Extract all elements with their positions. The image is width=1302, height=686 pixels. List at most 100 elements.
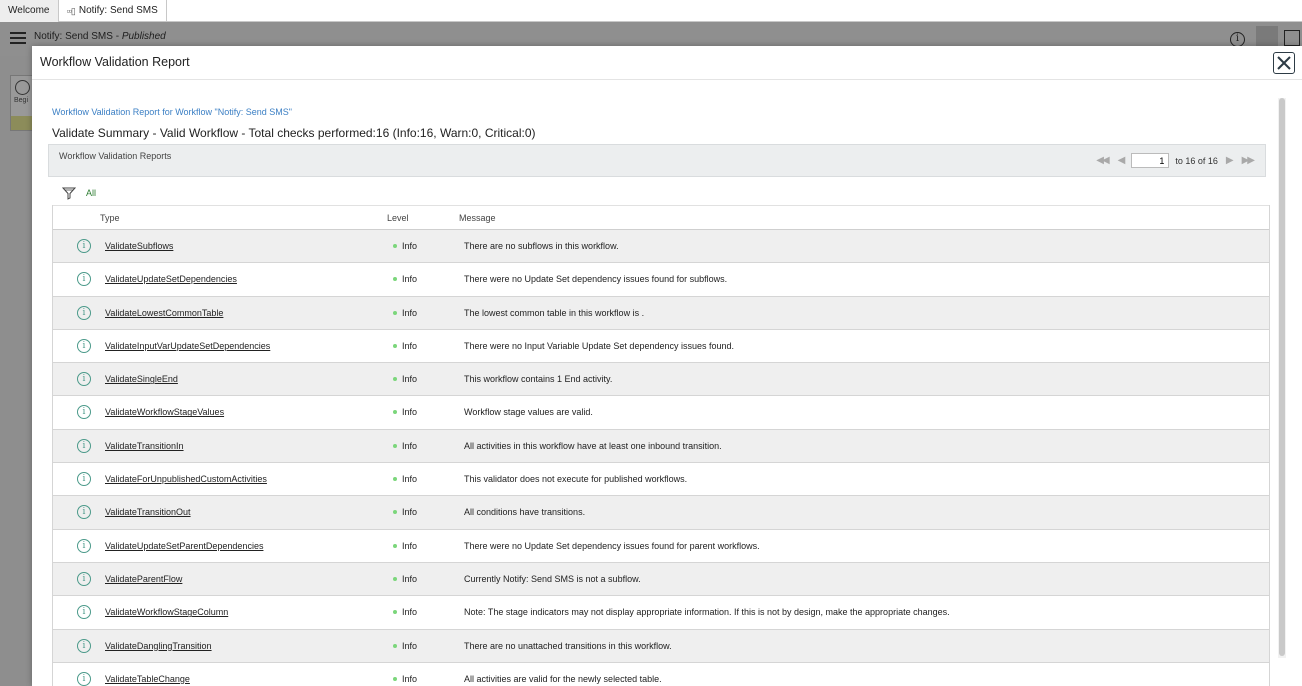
table-row: i ValidateTransitionOut Info All conditions… <box>53 496 1269 530</box>
table-row: i ValidateUpdateSetDependencies Info There … <box>53 263 1269 297</box>
type-link[interactable]: ValidateUpdateSetDependencies <box>105 274 237 284</box>
play-icon <box>15 80 30 95</box>
table-row: i ValidateForUnpublishedCustomActivities I… <box>53 463 1269 497</box>
info-icon[interactable]: i <box>77 338 91 353</box>
checkbox-icon[interactable] <box>1284 30 1300 46</box>
page-total: to 16 of 16 <box>1175 155 1218 166</box>
type-link[interactable]: ValidateInputVarUpdateSetDependencies <box>105 341 270 351</box>
type-link[interactable]: ValidateWorkflowStageColumn <box>105 607 228 617</box>
level-dot-icon <box>393 443 397 448</box>
validate-summary: Validate Summary - Valid Workflow - Tota… <box>52 126 536 140</box>
level-dot-icon <box>393 510 397 515</box>
type-link[interactable]: ValidateForUnpublishedCustomActivities <box>105 474 267 484</box>
level-label: Info <box>402 374 418 385</box>
scrollbar[interactable] <box>1278 98 1286 658</box>
info-icon[interactable]: i <box>77 372 91 387</box>
tab-welcome-label: Welcome <box>8 5 50 16</box>
page-input[interactable] <box>1131 153 1170 168</box>
message-cell: The lowest common table in this workflow… <box>464 307 645 318</box>
list-header: Workflow Validation Reports ◀◀ ◀ to 16 o… <box>48 144 1266 177</box>
table-row: i ValidateTransitionIn Info All activities … <box>53 429 1269 464</box>
report-link[interactable]: Workflow Validation Report for Workflow … <box>52 107 292 117</box>
scroll-thumb[interactable] <box>1279 98 1285 656</box>
app-title-text: Notify: Send SMS - <box>34 31 122 42</box>
list-title: Workflow Validation Reports <box>59 151 172 161</box>
next-page-icon[interactable]: ▶ <box>1224 155 1234 166</box>
level-dot-icon <box>393 610 397 615</box>
level-cell: Info <box>393 607 417 617</box>
type-link[interactable]: ValidateUpdateSetParentDependencies <box>105 541 263 551</box>
info-icon[interactable]: i <box>1230 32 1245 47</box>
level-dot-icon <box>393 310 397 315</box>
info-icon[interactable]: i <box>77 438 91 453</box>
column-type[interactable]: Type <box>100 213 120 223</box>
level-cell: Info <box>393 241 417 251</box>
info-icon[interactable]: i <box>77 571 91 586</box>
message-cell: This workflow contains 1 End activity. <box>464 374 613 385</box>
level-dot-icon <box>393 277 397 282</box>
level-dot-icon <box>393 343 397 348</box>
last-page-icon[interactable]: ▶▶ <box>1240 155 1255 166</box>
modal-title: Workflow Validation Report <box>40 55 190 69</box>
table-row: i ValidateTableChange Info All activities a… <box>53 662 1269 686</box>
level-dot-icon <box>393 576 397 581</box>
level-cell: Info <box>393 674 417 684</box>
info-icon[interactable]: i <box>77 305 91 320</box>
filter-all-link[interactable]: All <box>86 188 96 198</box>
level-label: Info <box>402 540 418 551</box>
tab-notify-send-sms-label: Notify: Send SMS <box>78 5 158 16</box>
info-icon[interactable]: i <box>77 605 91 620</box>
type-link[interactable]: ValidateTableChange <box>105 674 190 684</box>
info-icon[interactable]: i <box>77 272 91 287</box>
info-icon[interactable]: i <box>77 671 91 686</box>
app-title: Notify: Send SMS - Published <box>34 31 166 42</box>
level-cell: Info <box>393 308 417 318</box>
info-icon[interactable]: i <box>77 239 91 253</box>
column-message[interactable]: Message <box>459 213 496 223</box>
type-link[interactable]: ValidateDanglingTransition <box>105 641 212 651</box>
level-cell: Info <box>393 474 417 484</box>
message-cell: All activities are valid for the newly s… <box>464 673 662 684</box>
table-row: i ValidateSubflows Info There are no subflo… <box>53 230 1269 264</box>
level-dot-icon <box>393 477 397 482</box>
message-cell: All conditions have transitions. <box>464 507 586 518</box>
toolbar-button[interactable] <box>1256 26 1278 48</box>
tab-welcome[interactable]: Welcome <box>0 0 59 22</box>
level-label: Info <box>402 607 418 618</box>
level-label: Info <box>402 307 418 318</box>
message-cell: All activities in this workflow have at … <box>464 440 722 451</box>
level-dot-icon <box>393 377 397 382</box>
level-cell: Info <box>393 641 417 651</box>
type-link[interactable]: ValidateSingleEnd <box>105 374 178 384</box>
level-label: Info <box>402 640 418 651</box>
tab-notify-send-sms[interactable]: ▫▫▯ Notify: Send SMS <box>59 0 167 22</box>
type-link[interactable]: ValidateWorkflowStageValues <box>105 407 224 417</box>
type-link[interactable]: ValidateTransitionIn <box>105 441 184 451</box>
table-row: i ValidateSingleEnd Info This workflow cont… <box>53 363 1269 397</box>
info-icon[interactable]: i <box>77 405 91 420</box>
close-button[interactable] <box>1273 52 1295 74</box>
filter-icon[interactable] <box>62 186 76 200</box>
level-dot-icon <box>393 543 397 548</box>
info-icon[interactable]: i <box>77 505 91 520</box>
type-link[interactable]: ValidateTransitionOut <box>105 507 191 517</box>
type-link[interactable]: ValidateSubflows <box>105 241 173 251</box>
message-cell: There were no Update Set dependency issu… <box>464 540 760 551</box>
message-cell: Currently Notify: Send SMS is not a subf… <box>464 573 641 584</box>
table-row: i ValidateWorkflowStageValues Info Workflow… <box>53 396 1269 430</box>
level-cell: Info <box>393 407 417 417</box>
info-icon[interactable]: i <box>77 538 91 553</box>
info-icon[interactable]: i <box>77 638 91 653</box>
pager: ◀◀ ◀ to 16 of 16 ▶ ▶▶ <box>1094 153 1255 168</box>
column-level[interactable]: Level <box>387 213 409 223</box>
type-link[interactable]: ValidateParentFlow <box>105 574 182 584</box>
menu-icon[interactable] <box>10 32 26 45</box>
message-cell: There are no subflows in this workflow. <box>464 241 619 251</box>
activity-palette[interactable]: Begi <box>10 75 34 131</box>
type-link[interactable]: ValidateLowestCommonTable <box>105 308 223 318</box>
table-header: Type Level Message <box>53 205 1269 230</box>
prev-page-icon[interactable]: ◀ <box>1116 155 1126 166</box>
info-icon[interactable]: i <box>77 472 91 487</box>
first-page-icon[interactable]: ◀◀ <box>1094 155 1109 166</box>
level-label: Info <box>402 274 418 285</box>
